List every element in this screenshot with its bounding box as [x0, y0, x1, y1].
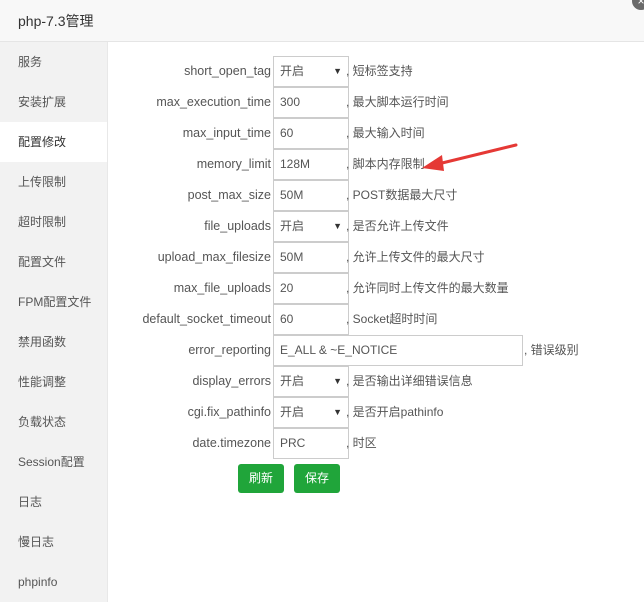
config-key-label: short_open_tag — [184, 64, 271, 78]
config-row: date.timezone PRC , 时区 — [108, 428, 644, 459]
file-uploads-select[interactable]: 开启 ▼ — [273, 211, 349, 242]
config-description: , 最大脚本运行时间 — [346, 95, 449, 109]
chevron-down-icon: ▼ — [333, 221, 342, 231]
config-row: max_input_time 60 , 最大输入时间 — [108, 118, 644, 149]
post-max-size-input[interactable]: 50M — [273, 180, 349, 211]
short-open-tag-select[interactable]: 开启 ▼ — [273, 56, 349, 87]
config-description: , 允许上传文件的最大尺寸 — [346, 250, 485, 264]
config-row: max_execution_time 300 , 最大脚本运行时间 — [108, 87, 644, 118]
date-timezone-input[interactable]: PRC — [273, 428, 349, 459]
config-form: short_open_tag 开启 ▼ , 短标签支持 max_executio… — [108, 42, 644, 602]
config-key-label: default_socket_timeout — [142, 312, 271, 326]
config-description: , 短标签支持 — [346, 64, 413, 78]
window-title: php-7.3管理 — [18, 13, 94, 29]
sidebar-item-phpinfo[interactable]: phpinfo — [0, 562, 107, 602]
select-value: 开启 — [280, 405, 305, 419]
config-row: max_file_uploads 20 , 允许同时上传文件的最大数量 — [108, 273, 644, 304]
red-arrow-icon — [422, 143, 518, 171]
sidebar: 服务 安装扩展 配置修改 上传限制 超时限制 配置文件 FPM配置文件 禁用函数… — [0, 42, 108, 602]
config-row: memory_limit 128M , 脚本内存限制 — [108, 149, 644, 180]
max-execution-time-input[interactable]: 300 — [273, 87, 349, 118]
max-file-uploads-input[interactable]: 20 — [273, 273, 349, 304]
sidebar-item-config-edit[interactable]: 配置修改 — [0, 122, 107, 162]
sidebar-item-disabled-functions[interactable]: 禁用函数 — [0, 322, 107, 362]
sidebar-item-slow-log[interactable]: 慢日志 — [0, 522, 107, 562]
config-description: , 是否输出详细错误信息 — [346, 374, 473, 388]
save-button[interactable]: 保存 — [294, 464, 340, 493]
sidebar-item-timeout-limit[interactable]: 超时限制 — [0, 202, 107, 242]
error-reporting-input[interactable]: E_ALL & ~E_NOTICE — [273, 335, 523, 366]
sidebar-item-session-config[interactable]: Session配置 — [0, 442, 107, 482]
cgi-fix-pathinfo-select[interactable]: 开启 ▼ — [273, 397, 349, 428]
sidebar-item-fpm-config-file[interactable]: FPM配置文件 — [0, 282, 107, 322]
config-row: display_errors 开启 ▼ , 是否输出详细错误信息 — [108, 366, 644, 397]
chevron-down-icon: ▼ — [333, 407, 342, 417]
display-errors-select[interactable]: 开启 ▼ — [273, 366, 349, 397]
config-key-label: display_errors — [192, 374, 271, 388]
config-key-label: max_input_time — [182, 126, 271, 140]
memory-limit-input[interactable]: 128M — [273, 149, 349, 180]
config-row: file_uploads 开启 ▼ , 是否允许上传文件 — [108, 211, 644, 242]
config-row: post_max_size 50M , POST数据最大尺寸 — [108, 180, 644, 211]
upload-max-filesize-input[interactable]: 50M — [273, 242, 349, 273]
config-key-label: max_file_uploads — [173, 281, 271, 295]
config-description: , 允许同时上传文件的最大数量 — [346, 281, 509, 295]
refresh-button[interactable]: 刷新 — [238, 464, 284, 493]
config-key-label: max_execution_time — [156, 95, 271, 109]
sidebar-item-load-status[interactable]: 负载状态 — [0, 402, 107, 442]
window-titlebar: php-7.3管理 × — [0, 0, 644, 42]
config-key-label: file_uploads — [204, 219, 271, 233]
select-value: 开启 — [280, 64, 305, 78]
config-key-label: memory_limit — [196, 157, 271, 171]
config-row: error_reporting E_ALL & ~E_NOTICE , 错误级别 — [108, 335, 644, 366]
config-description: , Socket超时时间 — [346, 312, 438, 326]
config-description: , 时区 — [346, 436, 377, 450]
config-key-label: post_max_size — [187, 188, 271, 202]
config-row: default_socket_timeout 60 , Socket超时时间 — [108, 304, 644, 335]
sidebar-item-install-extensions[interactable]: 安装扩展 — [0, 82, 107, 122]
sidebar-item-performance[interactable]: 性能调整 — [0, 362, 107, 402]
sidebar-item-services[interactable]: 服务 — [0, 42, 107, 82]
sidebar-item-config-file[interactable]: 配置文件 — [0, 242, 107, 282]
config-key-label: error_reporting — [188, 343, 271, 357]
config-row: short_open_tag 开启 ▼ , 短标签支持 — [108, 56, 644, 87]
close-icon[interactable]: × — [632, 0, 644, 10]
config-description: , 错误级别 — [524, 343, 579, 357]
sidebar-item-upload-limit[interactable]: 上传限制 — [0, 162, 107, 202]
sidebar-item-log[interactable]: 日志 — [0, 482, 107, 522]
config-description: , POST数据最大尺寸 — [346, 188, 458, 202]
chevron-down-icon: ▼ — [333, 376, 342, 386]
config-row: upload_max_filesize 50M , 允许上传文件的最大尺寸 — [108, 242, 644, 273]
config-key-label: upload_max_filesize — [157, 250, 271, 264]
select-value: 开启 — [280, 219, 305, 233]
config-key-label: date.timezone — [192, 436, 271, 450]
config-description: , 是否允许上传文件 — [346, 219, 449, 233]
config-key-label: cgi.fix_pathinfo — [187, 405, 271, 419]
default-socket-timeout-input[interactable]: 60 — [273, 304, 349, 335]
config-description: , 是否开启pathinfo — [346, 405, 444, 419]
max-input-time-input[interactable]: 60 — [273, 118, 349, 149]
chevron-down-icon: ▼ — [333, 66, 342, 76]
select-value: 开启 — [280, 374, 305, 388]
config-row: cgi.fix_pathinfo 开启 ▼ , 是否开启pathinfo — [108, 397, 644, 428]
